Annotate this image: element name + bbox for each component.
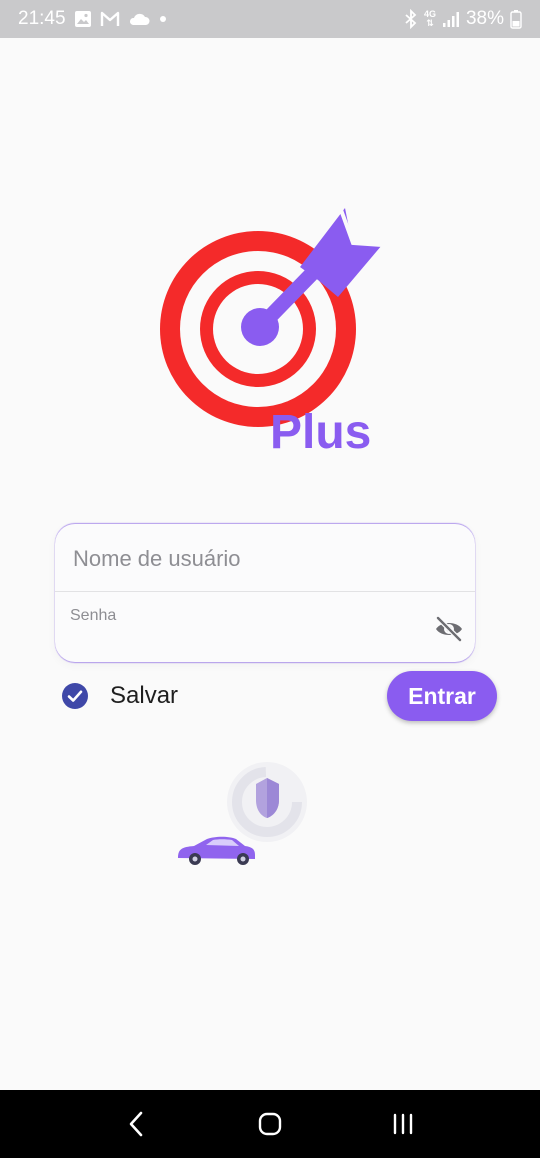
username-input[interactable] [71, 538, 455, 580]
car-icon [178, 836, 255, 865]
home-button[interactable] [245, 1099, 295, 1149]
app-logo: Plus [150, 205, 390, 460]
network-type: 4G ⇅ [423, 9, 436, 28]
battery-icon [510, 9, 522, 29]
logo-text: Plus [270, 406, 371, 459]
system-navigation-bar [0, 1090, 540, 1158]
back-icon [129, 1111, 142, 1137]
home-icon [258, 1112, 282, 1136]
gallery-icon [74, 10, 92, 28]
toggle-password-visibility-button[interactable] [433, 613, 465, 645]
loading-illustration [170, 760, 320, 870]
password-input[interactable] [70, 629, 414, 657]
battery-percent: 38% [465, 8, 504, 29]
status-time: 21:45 [18, 8, 66, 29]
gmail-icon [100, 11, 120, 27]
target-arrow-logo-icon: Plus [160, 206, 383, 459]
recents-icon [394, 1113, 413, 1135]
checkmark-icon [67, 690, 83, 702]
cloud-icon [128, 12, 150, 26]
save-checkbox[interactable] [62, 683, 88, 709]
eye-off-icon [436, 616, 462, 642]
notification-dot-icon [158, 14, 168, 24]
save-credentials-row: Salvar [62, 682, 178, 710]
password-label: Senha [70, 607, 117, 624]
back-button[interactable] [112, 1099, 162, 1149]
bluetooth-icon [404, 9, 418, 29]
login-form: Senha [55, 524, 475, 662]
username-field-container [55, 524, 475, 592]
status-bar: 21:45 4G ⇅ 38% [0, 0, 540, 38]
save-label: Salvar [110, 682, 179, 709]
recents-button[interactable] [378, 1099, 428, 1149]
signal-icon [442, 10, 460, 28]
enter-button[interactable]: Entrar [387, 671, 497, 721]
password-field-container: Senha [55, 593, 475, 662]
